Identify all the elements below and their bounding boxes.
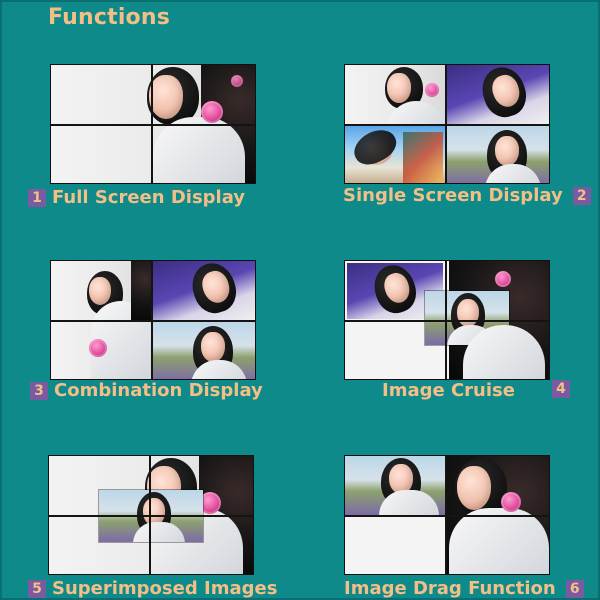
feature-number-badge-5: 5 [28, 579, 46, 598]
feature-preview-2 [344, 64, 550, 184]
feature-number-badge-2: 2 [572, 186, 591, 205]
feature-number-badge-1: 1 [28, 188, 46, 207]
left-image-dark-area [131, 261, 151, 321]
feature-text-2: Single Screen Display [343, 185, 563, 206]
feature-label-3: 3 Combination Display [30, 380, 263, 401]
feature-text-5: Superimposed Images [52, 578, 278, 599]
feature-number-badge-3: 3 [30, 381, 48, 400]
screen-seam-horizontal [51, 320, 255, 322]
person-shirt-drag-right [449, 508, 549, 574]
screen-seam-horizontal [345, 320, 549, 322]
pink-flower [201, 101, 223, 123]
screen-bottom-left [345, 126, 445, 183]
feature-label-5: 5 Superimposed Images [28, 578, 277, 599]
pattern-scarf [403, 132, 443, 183]
feature-preview-5 [48, 455, 254, 575]
screen-top-left [345, 65, 445, 124]
feature-text-4: Image Cruise [382, 380, 515, 401]
feature-label-4: Image Cruise 4 [382, 380, 570, 401]
screen-seam-horizontal [49, 515, 253, 517]
page-title: Functions [48, 5, 171, 30]
person-shirt [153, 117, 245, 183]
person-face-drag-right [457, 466, 491, 510]
person-face [149, 75, 183, 119]
pink-flower-small [231, 75, 243, 87]
person-face-tl [387, 73, 411, 103]
feature-label-6: Image Drag Function 6 [344, 578, 584, 599]
drag-window [345, 456, 445, 515]
person-face-br [495, 136, 519, 166]
feature-text-3: Combination Display [54, 380, 263, 401]
feature-preview-6 [344, 455, 550, 575]
screen-top-right-3 [153, 261, 255, 320]
person-face-left [89, 277, 111, 305]
pink-flower-drag [501, 492, 521, 512]
person-face-br-3 [201, 332, 225, 362]
screen-seam-horizontal [345, 124, 549, 126]
feature-number-badge-6: 6 [565, 579, 584, 598]
flower-tl [425, 83, 439, 97]
person-face-cruise-overlay [457, 299, 479, 327]
feature-preview-1 [50, 64, 256, 184]
flower-cruise [495, 271, 511, 287]
feature-label-2: Single Screen Display 2 [343, 185, 591, 206]
feature-preview-3 [50, 260, 256, 380]
feature-text-1: Full Screen Display [52, 187, 246, 208]
screen-bottom-right [447, 126, 549, 183]
screen-bottom-right-3 [153, 322, 255, 379]
feature-number-badge-4: 4 [552, 380, 570, 398]
screen-top-right [447, 65, 549, 124]
feature-text-6: Image Drag Function [344, 578, 556, 599]
feature-label-1: 1 Full Screen Display [28, 187, 245, 208]
feature-preview-4 [344, 260, 550, 380]
flower-left [89, 339, 107, 357]
screen-seam-horizontal [345, 515, 549, 517]
screen-seam-horizontal [51, 124, 255, 126]
